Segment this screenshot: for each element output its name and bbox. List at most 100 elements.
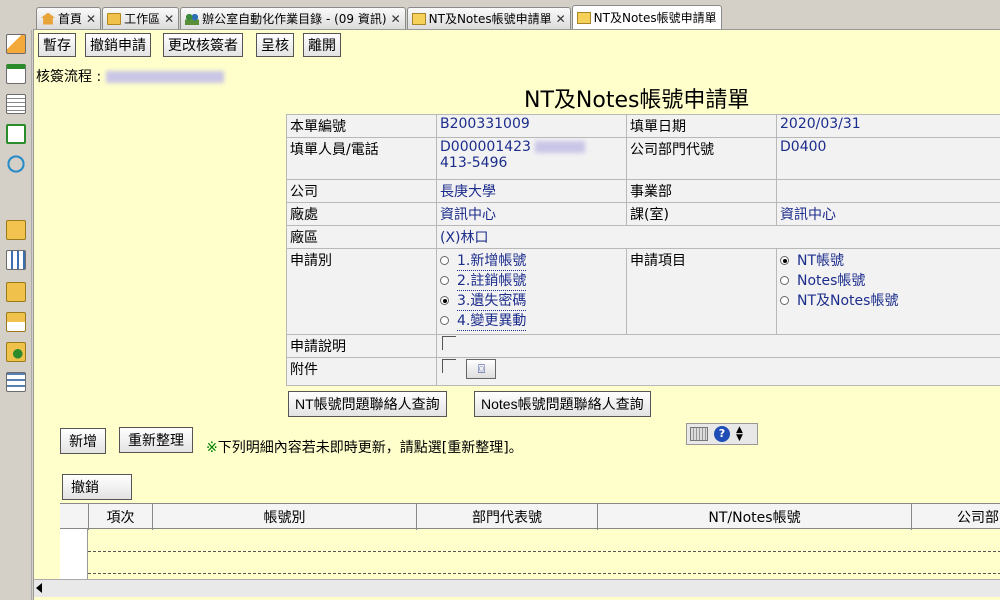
save-draft-button[interactable]: 暫存 [38,33,76,57]
form-title: NT及Notes帳號申請單 [524,88,750,113]
grid-icon[interactable] [6,372,26,392]
radio-button[interactable] [780,275,789,285]
tab-nt-notes-form-active[interactable]: NT及Notes帳號申請單 [571,5,722,29]
plant-value: 資訊中心 [436,202,627,226]
tab-oa-catalog[interactable]: 辦公室自動化作業目錄 - (09 資訊) ✕ [180,7,406,29]
left-toolbar [0,30,32,600]
tab-label: 首頁 [58,12,83,26]
applicant-id: D000001423 [440,139,531,155]
column-header[interactable]: 項次 [88,504,152,530]
division-value [776,179,1000,203]
item-option-nt-notes[interactable]: NT及Notes帳號 [780,290,998,310]
radio-button[interactable] [440,275,449,285]
paperclip-icon[interactable]: ⌼ [466,359,497,379]
network-folder-icon[interactable] [6,342,26,362]
keyboard-icon[interactable] [690,427,708,441]
detail-grid: 項次 帳號別 部門代表號 NT/Notes帳號 公司部 [60,503,1000,579]
edit-field-icon[interactable] [442,359,456,373]
applicant-value: D000001423 413-5496 [436,137,627,180]
type-option-label: 4.變更異動 [457,310,527,331]
withdraw-button[interactable]: 撤銷申請 [85,33,151,57]
dept-code-label: 公司部門代號 [626,137,777,180]
item-options: NT帳號 Notes帳號 NT及Notes帳號 [776,248,1000,335]
note-mark: ※ [206,440,218,456]
note-text: 下列明細內容若未即時更新，請點選[重新整理]。 [217,440,523,456]
plant-label: 廠處 [286,202,437,226]
radio-button[interactable] [440,255,449,265]
horizontal-scrollbar[interactable] [34,579,1000,597]
type-option-change[interactable]: 4.變更異動 [440,310,623,331]
help-icon[interactable]: ? [714,426,730,442]
document-folder-icon[interactable] [6,312,26,332]
refresh-detail-button[interactable]: 重新整理 [119,427,193,453]
tab-home[interactable]: 首頁 ✕ [36,7,102,29]
division-label: 事業部 [626,179,777,203]
close-icon[interactable]: ✕ [164,12,174,26]
desc-field[interactable] [436,334,1000,358]
item-option-label: Notes帳號 [797,273,866,289]
add-detail-button[interactable]: 新增 [60,428,106,454]
date-value: 2020/03/31 [776,114,1000,138]
leave-button[interactable]: 離開 [303,33,341,57]
calendar-icon[interactable] [6,64,26,84]
item-option-nt[interactable]: NT帳號 [780,250,998,270]
company-label: 公司 [286,179,437,203]
app-window: 首頁 ✕ 工作區 ✕ 辦公室自動化作業目錄 - (09 資訊) ✕ NT及Not… [0,0,1000,600]
table-row[interactable] [88,551,1000,552]
submit-button[interactable]: 呈核 [256,33,294,57]
desc-label: 申請說明 [286,334,437,358]
tool-strip: ? ▲ ▼ [686,423,758,445]
tab-workspace[interactable]: 工作區 ✕ [102,7,180,29]
home-icon [41,12,55,25]
doc-no-value: B200331009 [436,114,627,138]
approval-flow: 核簽流程 : [36,66,224,86]
scroll-left-icon[interactable] [36,583,42,593]
refresh-icon[interactable] [6,154,26,174]
spinner-arrows-icon[interactable]: ▲ ▼ [736,426,743,443]
type-option-label: 1.新增帳號 [457,250,527,271]
item-option-label: NT及Notes帳號 [797,293,899,309]
close-icon[interactable]: ✕ [391,12,401,26]
folder-icon[interactable] [6,282,26,302]
application-form: 本單編號 B200331009 填單日期 2020/03/31 填單人員/電話 … [286,114,1000,386]
item-option-label: NT帳號 [797,253,845,269]
radio-button[interactable] [440,315,449,325]
main-content: 暫存 撤銷申請 更改核簽者 呈核 離開 核簽流程 : NT及Notes帳號申請單… [33,29,1000,600]
type-option-cancel[interactable]: 2.註銷帳號 [440,270,623,291]
tab-nt-notes-form[interactable]: NT及Notes帳號申請單 ✕ [406,7,571,29]
grid-header: 項次 帳號別 部門代表號 NT/Notes帳號 公司部 [60,503,1000,530]
action-bar: 暫存 撤銷申請 更改核簽者 呈核 離開 [34,30,1000,60]
edit-field-icon[interactable] [442,336,456,350]
notes-icon[interactable] [6,94,26,114]
tab-strip: 首頁 ✕ 工作區 ✕ 辦公室自動化作業目錄 - (09 資訊) ✕ NT及Not… [36,5,1000,29]
type-option-lost-password[interactable]: 3.遺失密碼 [440,290,623,311]
applicant-phone: 413-5496 [440,155,508,171]
section-value: 資訊中心 [776,202,1000,226]
close-icon[interactable]: ✕ [86,12,96,26]
column-header[interactable]: 帳號別 [152,504,416,530]
change-signer-button[interactable]: 更改核簽者 [163,33,243,57]
approval-flow-label: 核簽流程 : [36,69,102,85]
book-icon[interactable] [6,220,26,240]
notes-contact-query-button[interactable]: Notes帳號問題聯絡人查詢 [474,391,651,417]
org-chart-icon[interactable] [6,250,26,270]
nt-contact-query-button[interactable]: NT帳號問題聯絡人查詢 [288,391,447,417]
column-header[interactable]: 公司部 [911,504,1000,530]
radio-button[interactable] [780,295,789,305]
table-row[interactable] [88,573,1000,574]
refresh-note: ※下列明細內容若未即時更新，請點選[重新整理]。 [206,437,523,457]
folder-icon [107,12,122,25]
checklist-icon[interactable] [6,124,26,144]
item-option-notes[interactable]: Notes帳號 [780,270,998,290]
bookmark-icon[interactable] [6,34,26,54]
attach-field: ⌼ [436,357,1000,386]
row-selector[interactable] [60,529,88,579]
column-header[interactable]: NT/Notes帳號 [597,504,911,530]
column-header[interactable]: 部門代表號 [416,504,597,530]
section-label: 課(室) [626,202,777,226]
radio-button[interactable] [440,295,449,305]
cancel-detail-button[interactable]: 撤銷 [62,474,132,500]
close-icon[interactable]: ✕ [556,12,566,26]
type-option-new[interactable]: 1.新增帳號 [440,250,623,271]
radio-button[interactable] [780,255,789,265]
